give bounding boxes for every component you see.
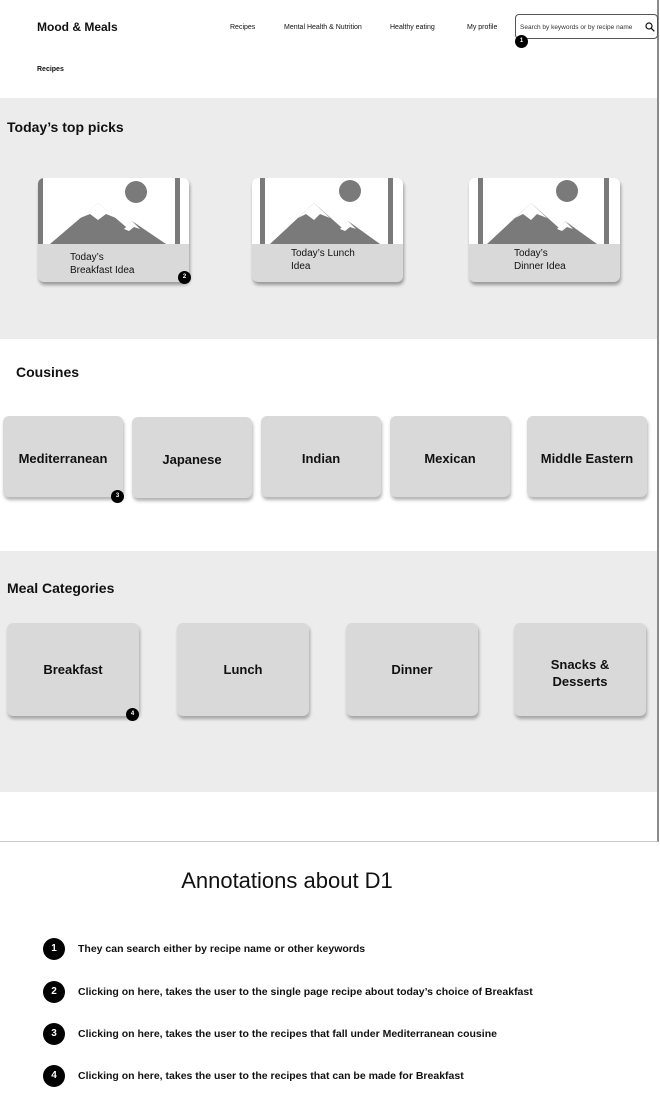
search-box[interactable] (515, 14, 658, 39)
nav-mental-health-nutrition[interactable]: Mental Health & Nutrition (284, 24, 362, 31)
lunch-idea-card[interactable]: Today’s Lunch Idea (252, 178, 403, 282)
cuisines-section: Cousines Mediterranean 3 Japanese Indian… (0, 339, 657, 551)
meal-label: Breakfast (43, 662, 103, 677)
meal-card-lunch[interactable]: Lunch (177, 623, 309, 716)
brand-logo-text[interactable]: Mood & Meals (37, 20, 118, 34)
card-label-line: Today’s (70, 252, 104, 263)
cuisine-card-mediterranean[interactable]: Mediterranean (3, 416, 123, 497)
top-picks-section: Today’s top picks Today’s Breakfast Idea… (0, 98, 657, 339)
nav-healthy-eating[interactable]: Healthy eating (390, 24, 435, 31)
annotation-marker-3: 3 (111, 490, 124, 503)
annotation-number-badge: 3 (43, 1023, 65, 1045)
image-placeholder-icon (469, 178, 620, 244)
meal-label: Lunch (223, 662, 263, 677)
annotation-marker-4: 4 (126, 708, 139, 721)
cuisine-card-middle-eastern[interactable]: Middle Eastern (527, 416, 647, 497)
image-placeholder-icon (38, 178, 189, 244)
image-placeholder-icon (252, 178, 403, 244)
cuisine-label: Indian (301, 451, 341, 466)
meal-card-breakfast[interactable]: Breakfast (7, 623, 139, 716)
card-label-line: Breakfast Idea (70, 265, 135, 276)
annotation-number-badge: 1 (43, 938, 65, 960)
annotation-number-badge: 4 (43, 1065, 65, 1087)
meal-card-dinner[interactable]: Dinner (346, 623, 478, 716)
cuisine-card-indian[interactable]: Indian (261, 416, 381, 497)
dinner-idea-label: Today’s Dinner Idea (514, 247, 566, 273)
cuisine-label: Mexican (424, 451, 476, 466)
meal-categories-section: Meal Categories Breakfast 4 Lunch Dinner… (0, 551, 657, 792)
annotation-marker-1: 1 (515, 35, 528, 48)
meal-label-line-2: Desserts (552, 674, 608, 689)
breakfast-idea-label: Today’s Breakfast Idea (70, 251, 134, 277)
annotation-number-badge: 2 (43, 981, 65, 1003)
card-label-line: Idea (291, 261, 311, 272)
annotation-marker-2: 2 (178, 271, 191, 284)
card-label-line: Today’s (514, 248, 548, 259)
dinner-idea-card[interactable]: Today’s Dinner Idea (469, 178, 620, 282)
annotation-text: Clicking on here, takes the user to the … (78, 1070, 464, 1082)
nav-recipes[interactable]: Recipes (230, 24, 255, 31)
meal-label: Dinner (391, 662, 433, 677)
search-icon[interactable] (645, 22, 655, 32)
breadcrumb: Recipes (37, 66, 64, 73)
meal-label-line-1: Snacks & (550, 657, 610, 672)
cuisines-title: Cousines (16, 364, 80, 380)
cuisine-label: Middle Eastern (540, 451, 634, 466)
meal-card-snacks-desserts[interactable]: Snacks & Desserts (514, 623, 646, 716)
cuisine-label: Japanese (162, 452, 222, 467)
nav-my-profile[interactable]: My profile (467, 24, 497, 31)
search-input[interactable] (520, 21, 642, 33)
annotation-text: Clicking on here, takes the user to the … (78, 1028, 497, 1040)
cuisine-label: Mediterranean (18, 451, 108, 466)
page-frame: Mood & Meals Recipes Mental Health & Nut… (0, 0, 659, 842)
annotation-text: Clicking on here, takes the user to the … (78, 986, 533, 998)
top-picks-title: Today’s top picks (7, 119, 124, 135)
breakfast-idea-card[interactable]: Today’s Breakfast Idea (38, 178, 189, 282)
annotations-title: Annotations about D1 (181, 868, 393, 893)
meal-categories-title: Meal Categories (7, 580, 115, 596)
card-label-line: Today’s Lunch (291, 248, 355, 259)
card-label-line: Dinner Idea (514, 261, 566, 272)
cuisine-card-mexican[interactable]: Mexican (390, 416, 510, 497)
lunch-idea-label: Today’s Lunch Idea (291, 247, 355, 273)
annotation-text: They can search either by recipe name or… (78, 943, 366, 955)
cuisine-card-japanese[interactable]: Japanese (132, 417, 252, 498)
